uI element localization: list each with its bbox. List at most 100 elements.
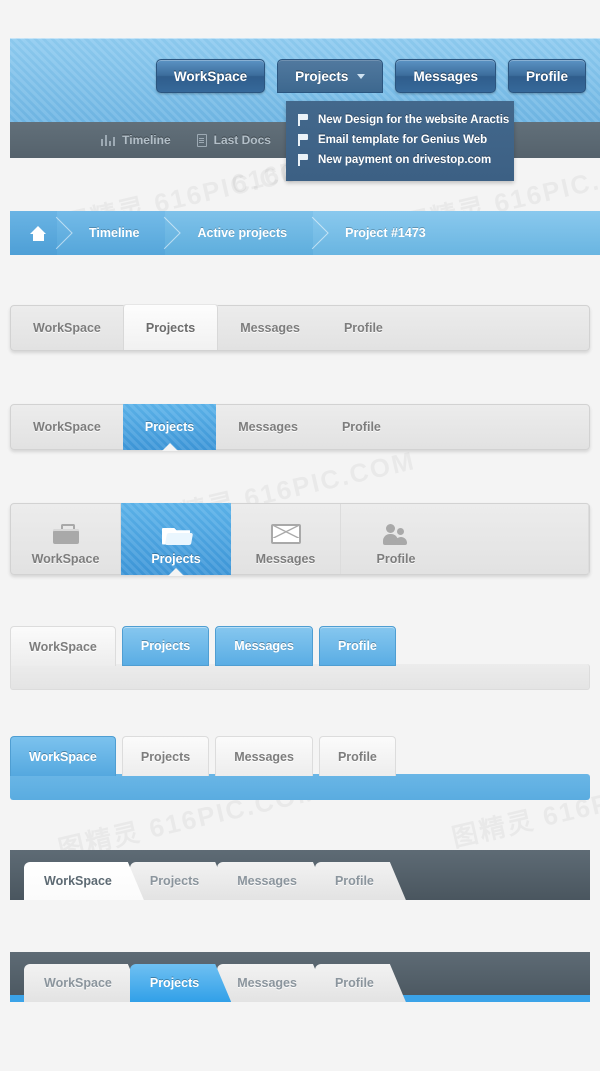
tab-label: WorkSpace [44, 874, 112, 888]
tab-messages[interactable]: Messages [217, 964, 329, 1002]
subnav-item-last-docs[interactable]: Last Docs [196, 133, 271, 147]
header-button-label: WorkSpace [173, 68, 248, 84]
tabset-skewed-white: WorkSpace Projects Messages Profile [10, 850, 590, 900]
tab-messages[interactable]: Messages [231, 504, 341, 574]
tab-projects[interactable]: Projects [130, 862, 231, 900]
tabset-blue-panel: WorkSpace Projects Messages Profile [10, 736, 590, 800]
tab-row: WorkSpace Projects Messages Profile [10, 626, 396, 666]
tab-profile[interactable]: Profile [315, 964, 406, 1002]
tab-workspace[interactable]: WorkSpace [11, 405, 123, 449]
tabset-skewed-blue: WorkSpace Projects Messages Profile [10, 952, 590, 1002]
home-icon [30, 225, 47, 241]
tab-content-panel [10, 774, 590, 800]
header-button-profile[interactable]: Profile [507, 59, 586, 93]
tab-projects[interactable]: Projects [122, 305, 219, 350]
tab-label: Messages [240, 321, 300, 335]
tab-label: Profile [376, 552, 416, 566]
briefcase-icon [52, 521, 79, 547]
breadcrumb-home[interactable] [10, 211, 57, 255]
tab-profile[interactable]: Profile [341, 504, 589, 574]
header-button-label: Profile [525, 68, 568, 84]
tab-label: Messages [238, 420, 298, 434]
tab-profile[interactable]: Profile [318, 736, 396, 776]
tab-workspace[interactable]: WorkSpace [10, 626, 116, 666]
tabset-icon-tabs: WorkSpace Projects Messages Profile [10, 503, 590, 576]
dropdown-item-label: New payment on drivestop.com [318, 154, 492, 166]
tabset-blue-active: WorkSpace Projects Messages Profile [10, 404, 590, 451]
tab-profile[interactable]: Profile [320, 405, 403, 449]
subnav-item-timeline[interactable]: Timeline [100, 133, 171, 147]
active-tab-arrow-icon [161, 443, 178, 451]
header-button-projects[interactable]: Projects [277, 59, 384, 93]
projects-dropdown-menu: New Design for the website Aractis Email… [286, 101, 514, 181]
tab-row: WorkSpace Projects Messages Profile [10, 736, 396, 776]
breadcrumb-item-current[interactable]: Project #1473 [313, 211, 600, 255]
tab-workspace[interactable]: WorkSpace [11, 306, 123, 350]
dropdown-item[interactable]: Email template for Genius Web [286, 130, 514, 150]
header-button-workspace[interactable]: WorkSpace [155, 59, 266, 93]
tab-messages[interactable]: Messages [215, 736, 313, 776]
tab-profile[interactable]: Profile [322, 306, 405, 350]
breadcrumb-label: Active projects [197, 226, 288, 240]
bar-chart-icon [100, 134, 116, 146]
flag-icon [298, 134, 309, 146]
chevron-down-icon [357, 73, 366, 79]
tab-row: WorkSpace Projects Messages Profile [24, 862, 392, 900]
tab-label: Projects [140, 639, 191, 653]
tab-projects[interactable]: Projects [130, 964, 231, 1002]
tab-label: WorkSpace [31, 552, 100, 566]
tab-label: Messages [234, 749, 294, 764]
tab-label: Projects [149, 976, 200, 990]
tab-label: Profile [343, 321, 383, 335]
tab-messages[interactable]: Messages [217, 862, 329, 900]
dropdown-item[interactable]: New Design for the website Aractis [286, 110, 514, 130]
tab-projects[interactable]: Projects [123, 404, 216, 451]
flag-icon [298, 154, 309, 166]
header-button-label: Projects [295, 68, 349, 84]
tab-profile[interactable]: Profile [318, 626, 396, 666]
tab-label: Profile [337, 749, 377, 764]
tab-label: WorkSpace [29, 639, 97, 654]
tab-label: Profile [341, 420, 381, 434]
tab-row: WorkSpace Projects Messages Profile [24, 964, 392, 1002]
header-button-messages[interactable]: Messages [395, 59, 496, 93]
active-tab-arrow-icon [168, 568, 184, 576]
ui-kit-page: 图精灵 616PIC.COM 图精灵 616PIC.COM 图精灵 616PIC… [0, 0, 600, 1071]
tab-projects[interactable]: Projects [121, 626, 210, 666]
tab-label: Projects [151, 552, 201, 566]
tab-content-panel [10, 664, 590, 690]
tab-label: Profile [334, 874, 374, 888]
document-icon [196, 133, 207, 147]
breadcrumb-item-active-projects[interactable]: Active projects [165, 211, 314, 255]
tab-label: Messages [234, 639, 294, 653]
people-icon [341, 521, 451, 547]
tab-label: Profile [334, 976, 374, 990]
tab-workspace[interactable]: WorkSpace [10, 736, 116, 776]
envelope-icon [270, 521, 301, 547]
tab-messages[interactable]: Messages [218, 306, 322, 350]
tab-label: WorkSpace [33, 420, 101, 434]
dropdown-item[interactable]: New payment on drivestop.com [286, 150, 514, 170]
tab-label: WorkSpace [29, 749, 97, 764]
tab-label: Projects [140, 749, 191, 764]
folder-icon [162, 521, 190, 547]
subnav-item-label: Last Docs [213, 133, 271, 147]
breadcrumb-item-timeline[interactable]: Timeline [57, 211, 166, 255]
tab-profile[interactable]: Profile [315, 862, 406, 900]
breadcrumb: Timeline Active projects Project #1473 [10, 211, 600, 255]
tab-messages[interactable]: Messages [215, 626, 313, 666]
tab-messages[interactable]: Messages [216, 405, 320, 449]
tab-workspace[interactable]: WorkSpace [24, 964, 144, 1002]
tab-projects[interactable]: Projects [121, 736, 210, 776]
tab-label: WorkSpace [33, 321, 101, 335]
tab-label: Messages [255, 552, 316, 566]
tab-projects[interactable]: Projects [121, 503, 231, 576]
tabset-blue-pills: WorkSpace Projects Messages Profile [10, 626, 590, 690]
breadcrumb-label: Project #1473 [345, 226, 426, 240]
flag-icon [298, 114, 309, 126]
tab-workspace[interactable]: WorkSpace [11, 504, 121, 574]
tab-workspace[interactable]: WorkSpace [24, 862, 144, 900]
tab-label: Profile [337, 639, 377, 653]
subnav-item-label: Timeline [122, 133, 171, 147]
header-button-group: WorkSpace Projects Messages Profile [155, 59, 586, 93]
